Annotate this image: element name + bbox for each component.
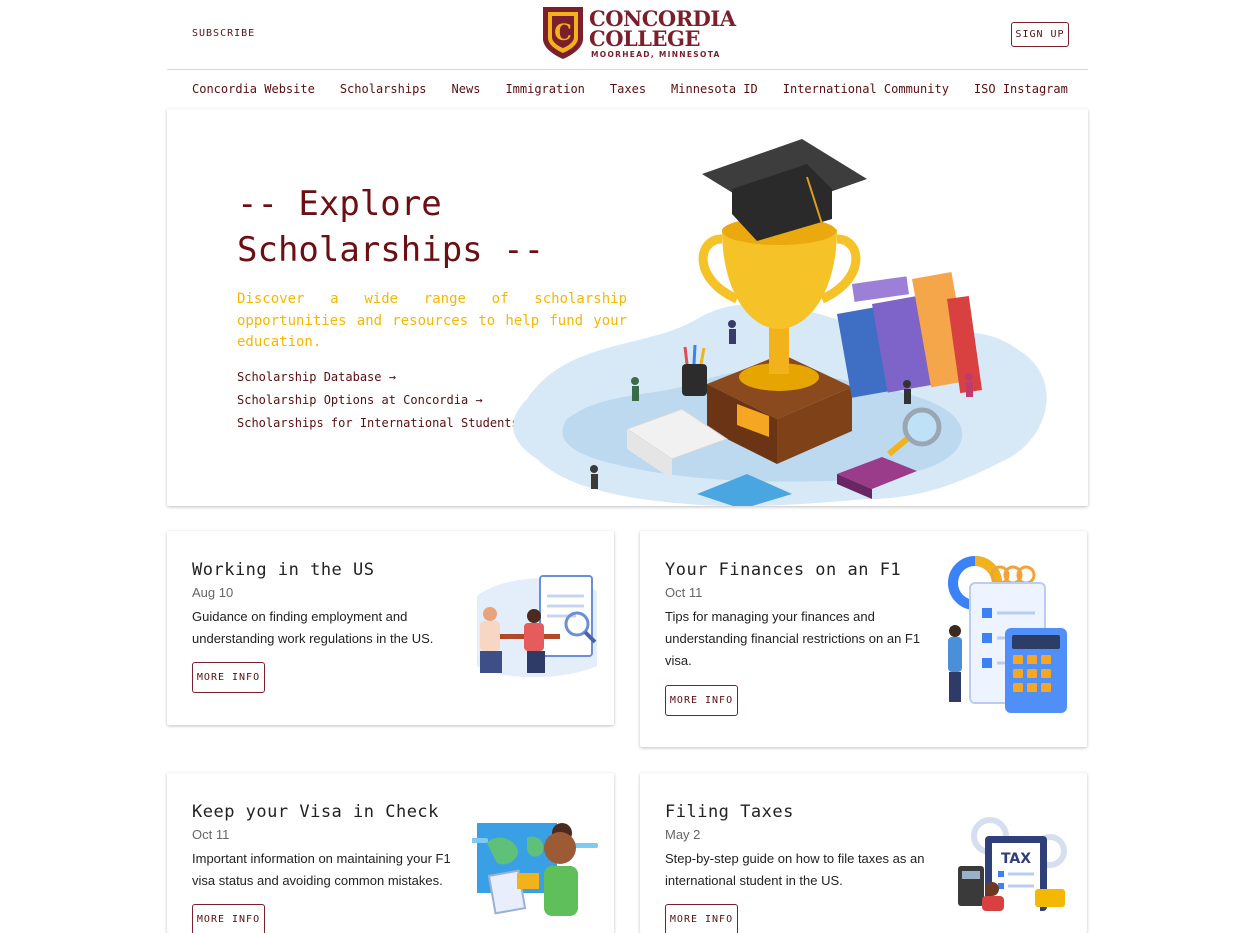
nav-item-news[interactable]: News (452, 82, 481, 96)
more-info-button[interactable]: MORE INFO (665, 904, 738, 933)
header-divider (167, 69, 1088, 70)
more-info-button[interactable]: MORE INFO (192, 904, 265, 933)
page: SUBSCRIBE C CONCORDIA COLLEGE MOORHEAD, … (0, 0, 1258, 933)
card-date: Aug 10 (192, 585, 234, 600)
scholarship-options-link[interactable]: Scholarship Options at Concordia → (237, 393, 483, 407)
sign-up-button[interactable]: SIGN UP (1011, 22, 1069, 47)
hero-banner: -- Explore Scholarships -- Discover a wi… (167, 109, 1088, 506)
job-interview-illustration (477, 575, 597, 678)
nav-item-iso-instagram[interactable]: ISO Instagram (974, 82, 1068, 96)
card-description: Guidance on finding employment and under… (192, 609, 434, 646)
more-info-button[interactable]: MORE INFO (665, 685, 738, 716)
card-date: Oct 11 (192, 827, 230, 842)
card-visa-check: Keep your Visa in Check Oct 11 Important… (167, 773, 614, 933)
passport-traveler-illustration (472, 823, 598, 916)
shield-icon: C (543, 7, 583, 59)
card-finances-f1: Your Finances on an F1 Oct 11 Tips for m… (640, 531, 1087, 747)
international-scholarships-link[interactable]: Scholarships for International Students … (237, 416, 533, 430)
tax-form-illustration: TAX (958, 817, 1067, 911)
card-title: Working in the US (192, 560, 375, 580)
nav-item-immigration[interactable]: Immigration (505, 82, 584, 96)
main-nav: Concordia Website Scholarships News Immi… (192, 82, 1093, 96)
nav-item-minnesota-id[interactable]: Minnesota ID (671, 82, 758, 96)
card-title: Your Finances on an F1 (665, 560, 902, 580)
nav-item-international-community[interactable]: International Community (783, 82, 949, 96)
card-description: Important information on maintaining you… (192, 851, 451, 888)
card-date: May 2 (665, 827, 701, 842)
subscribe-link[interactable]: SUBSCRIBE (192, 28, 255, 39)
card-filing-taxes: Filing Taxes May 2 Step-by-step guide on… (640, 773, 1087, 933)
scholarship-database-link[interactable]: Scholarship Database → (237, 370, 396, 384)
nav-item-taxes[interactable]: Taxes (610, 82, 646, 96)
tax-label: TAX (1001, 851, 1031, 867)
card-description: Step-by-step guide on how to file taxes … (665, 851, 925, 888)
nav-item-scholarships[interactable]: Scholarships (340, 82, 427, 96)
logo-subline: MOORHEAD, MINNESOTA (591, 50, 721, 59)
more-info-button[interactable]: MORE INFO (192, 662, 265, 693)
card-title: Filing Taxes (665, 802, 794, 822)
logo-letter: C (554, 20, 572, 46)
scholarship-trophy-illustration (513, 139, 1047, 506)
card-title: Keep your Visa in Check (192, 802, 439, 822)
finance-calculator-illustration (948, 556, 1067, 713)
logo-line2: COLLEGE (589, 26, 701, 51)
card-working-us: Working in the US Aug 10 Guidance on fin… (167, 531, 614, 725)
card-date: Oct 11 (665, 585, 703, 600)
card-description: Tips for managing your finances and unde… (665, 609, 921, 668)
nav-item-concordia-website[interactable]: Concordia Website (192, 82, 315, 96)
college-logo[interactable]: C CONCORDIA COLLEGE MOORHEAD, MINNESOTA (541, 5, 736, 63)
